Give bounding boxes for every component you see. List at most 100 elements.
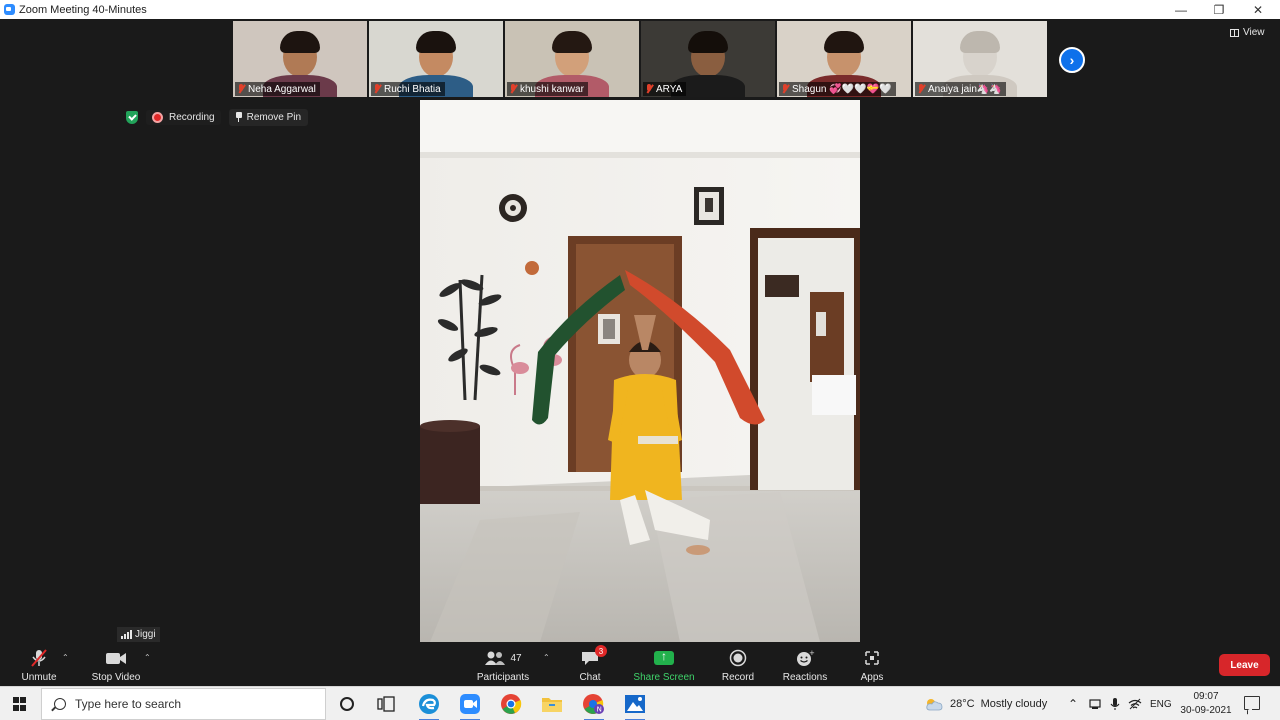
participants-count: 47 — [510, 652, 522, 664]
chat-label: Chat — [579, 672, 601, 683]
stop-video-label: Stop Video — [91, 672, 141, 683]
participant-name: Shagun 💞🤍🤍💝🤍 — [792, 83, 892, 95]
participants-icon: 47 — [484, 648, 522, 668]
clock-time: 09:07 — [1193, 691, 1219, 702]
participant-nameplate: ARYA — [643, 82, 687, 96]
chat-unread-badge: 3 — [595, 645, 607, 657]
restore-button[interactable]: ❐ — [1200, 0, 1238, 19]
photos-taskbar-icon[interactable] — [623, 692, 647, 720]
apps-label: Apps — [860, 672, 884, 683]
muted-mic-icon — [645, 84, 653, 94]
meeting-toolbar: Unmute ⌃ Stop Video ⌃ 47 Participants ⌃ … — [0, 643, 1280, 686]
chevron-right-icon: › — [1069, 52, 1075, 68]
stop-video-button[interactable]: Stop Video — [90, 643, 142, 686]
gallery-view-icon — [1230, 28, 1239, 37]
task-view-icon — [377, 696, 395, 712]
participant-name: Anaiya jain🦄🦄 — [928, 83, 1002, 95]
language-label: ENG — [1150, 698, 1172, 710]
participant-nameplate: Anaiya jain🦄🦄 — [915, 82, 1006, 96]
task-view-button[interactable] — [374, 692, 398, 716]
record-icon — [729, 648, 747, 668]
participant-nameplate: Neha Aggarwal — [235, 82, 320, 96]
participant-thumbnail[interactable]: Shagun 💞🤍🤍💝🤍 — [777, 21, 911, 97]
notification-center-icon[interactable] — [1244, 696, 1260, 710]
chrome-profile-taskbar-icon[interactable]: N — [582, 692, 606, 720]
apps-icon — [864, 648, 880, 668]
participant-thumbnail[interactable]: Neha Aggarwal — [233, 21, 367, 97]
taskbar-search[interactable] — [41, 688, 326, 720]
leave-button[interactable]: Leave — [1219, 654, 1270, 676]
recording-indicator[interactable]: Recording — [146, 109, 221, 125]
participant-name: khushi kanwar — [520, 83, 584, 95]
microphone-tray-icon[interactable] — [1110, 687, 1120, 720]
meeting-status-row: Recording Remove Pin — [126, 107, 309, 127]
search-icon — [54, 698, 66, 710]
close-button[interactable]: ✕ — [1239, 0, 1277, 19]
taskbar-search-input[interactable] — [75, 697, 315, 711]
video-options-chevron-up-icon[interactable]: ⌃ — [144, 653, 151, 662]
start-button[interactable] — [0, 687, 40, 720]
chrome-taskbar-icon[interactable] — [499, 692, 523, 716]
participant-hair — [688, 31, 728, 53]
edge-taskbar-icon[interactable] — [417, 692, 441, 720]
unmute-label: Unmute — [21, 672, 57, 683]
participant-thumbnail[interactable]: khushi kanwar — [505, 21, 639, 97]
show-hidden-icons-button[interactable]: ⌃ — [1068, 687, 1078, 720]
cloudy-weather-icon — [926, 699, 943, 711]
language-indicator[interactable]: ENG — [1150, 687, 1172, 720]
remove-pin-button[interactable]: Remove Pin — [228, 108, 309, 126]
file-explorer-taskbar-icon[interactable] — [540, 692, 564, 716]
participant-hair — [416, 31, 456, 53]
participant-thumbnail[interactable]: Anaiya jain🦄🦄 — [913, 21, 1047, 97]
windows-taskbar: N 28°C Mostly cloudy ⌃ ENG 09:07 30-09-2… — [0, 686, 1280, 720]
participant-nameplate: Ruchi Bhatia — [371, 82, 445, 96]
participant-hair — [824, 31, 864, 53]
weather-temperature: 28°C — [950, 698, 975, 710]
taskbar-clock[interactable]: 09:07 30-09-2021 — [1176, 690, 1236, 718]
cortana-circle-icon — [340, 697, 354, 711]
apps-button[interactable]: Apps — [856, 643, 888, 686]
clock-date: 30-09-2021 — [1180, 705, 1232, 716]
share-screen-icon — [654, 649, 674, 665]
participant-name: Neha Aggarwal — [248, 83, 316, 95]
zoom-taskbar-icon[interactable] — [458, 692, 482, 720]
window-title: Zoom Meeting 40-Minutes — [19, 3, 147, 16]
participant-nameplate: Shagun 💞🤍🤍💝🤍 — [779, 82, 896, 96]
cortana-button[interactable] — [335, 692, 359, 716]
signal-bars-icon — [121, 630, 132, 639]
meet-now-icon[interactable] — [1089, 687, 1101, 720]
audio-options-chevron-up-icon[interactable]: ⌃ — [62, 653, 69, 662]
video-camera-icon — [105, 648, 127, 668]
participants-button[interactable]: 47 Participants — [474, 643, 532, 686]
muted-mic-icon — [237, 84, 245, 94]
muted-mic-icon — [781, 84, 789, 94]
participant-thumbnail[interactable]: Ruchi Bhatia — [369, 21, 503, 97]
chat-button[interactable]: 3 Chat — [572, 643, 608, 686]
view-button[interactable]: View — [1230, 27, 1265, 38]
reactions-smiley-icon: + — [795, 648, 815, 668]
muted-mic-icon — [917, 84, 925, 94]
participants-options-chevron-up-icon[interactable]: ⌃ — [543, 653, 550, 662]
participants-label: Participants — [476, 672, 530, 683]
share-screen-button[interactable]: Share Screen — [632, 643, 696, 686]
unmute-button[interactable]: Unmute — [18, 643, 60, 686]
next-page-button[interactable]: › — [1059, 47, 1085, 73]
recording-label: Recording — [169, 111, 215, 123]
weather-widget[interactable]: 28°C Mostly cloudy — [924, 687, 1047, 720]
minimize-button[interactable]: — — [1162, 0, 1200, 19]
reactions-button[interactable]: + Reactions — [780, 643, 830, 686]
recording-dot-icon — [152, 111, 163, 123]
svg-text:+: + — [809, 649, 815, 657]
weather-description: Mostly cloudy — [980, 698, 1048, 710]
record-button[interactable]: Record — [718, 643, 758, 686]
participant-thumbnail[interactable]: ARYA — [641, 21, 775, 97]
title-bar: Zoom Meeting 40-Minutes — ❐ ✕ — [0, 0, 1280, 19]
active-speaker-label: Jiggi — [117, 627, 160, 642]
wifi-icon[interactable] — [1128, 687, 1142, 720]
encryption-shield-icon[interactable] — [126, 110, 138, 124]
participant-name: ARYA — [656, 83, 683, 95]
participant-hair — [280, 31, 320, 53]
chevron-up-icon: ⌃ — [1068, 697, 1079, 711]
svg-text:N: N — [597, 706, 602, 714]
share-screen-label: Share Screen — [633, 672, 695, 683]
